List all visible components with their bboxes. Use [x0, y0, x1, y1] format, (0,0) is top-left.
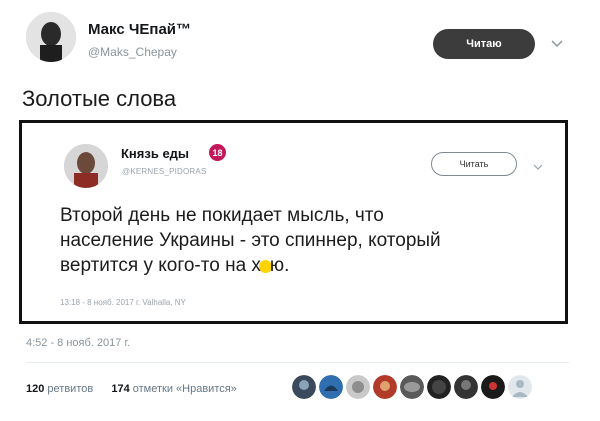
quoted-handle: @KERNES_PIDORAS	[122, 167, 207, 176]
liker-avatar[interactable]	[373, 375, 397, 399]
tweet-text: Золотые слова	[22, 86, 177, 111]
quoted-line: вертится у кого-то на х ю.	[60, 253, 560, 278]
quoted-line: население Украины - это спиннер, который	[60, 230, 441, 251]
quoted-display-name: Князь еды	[121, 146, 190, 161]
likes-count[interactable]: 174	[111, 383, 129, 395]
quoted-line-part: вертится у кого-то на х	[60, 255, 261, 276]
quoted-avatar	[64, 144, 108, 188]
quoted-line: Второй день не покидает мысль, что	[60, 205, 384, 226]
quoted-meta: 13:18 - 8 нояб. 2017 г. Valhalla, NY	[60, 298, 186, 307]
quoted-line-part: ю.	[269, 255, 290, 276]
quoted-text: Второй день не покидает мысль, что насел…	[60, 203, 560, 278]
retweets-count[interactable]: 120	[26, 383, 44, 395]
user-handle[interactable]: @Maks_Chepay	[88, 45, 177, 59]
timestamp[interactable]: 4:52 - 8 нояб. 2017 г.	[26, 337, 130, 349]
quoted-chevron-down-icon	[533, 158, 543, 170]
quoted-follow-button: Читать	[431, 152, 517, 176]
divider	[26, 362, 569, 363]
liker-avatar[interactable]	[292, 375, 316, 399]
likers-avatars	[292, 375, 532, 399]
following-button[interactable]: Читаю	[433, 29, 535, 59]
engagement-stats: 120 ретвитов 174 отметки «Нравится»	[26, 383, 237, 395]
liker-avatar[interactable]	[454, 375, 478, 399]
likes-label[interactable]: отметки «Нравится»	[133, 383, 237, 395]
chevron-down-icon[interactable]	[550, 36, 564, 48]
display-name[interactable]: Макс ЧЕпай™	[88, 21, 191, 38]
liker-avatar[interactable]	[427, 375, 451, 399]
age-badge: 18	[209, 144, 226, 161]
liker-avatar[interactable]	[481, 375, 505, 399]
liker-avatar[interactable]	[346, 375, 370, 399]
quoted-tweet-image: Князь еды 18 @KERNES_PIDORAS Читать Втор…	[19, 120, 568, 324]
liker-avatar[interactable]	[400, 375, 424, 399]
liker-avatar[interactable]	[319, 375, 343, 399]
avatar[interactable]	[26, 12, 76, 62]
liker-avatar[interactable]	[508, 375, 532, 399]
retweets-label[interactable]: ретвитов	[47, 383, 93, 395]
